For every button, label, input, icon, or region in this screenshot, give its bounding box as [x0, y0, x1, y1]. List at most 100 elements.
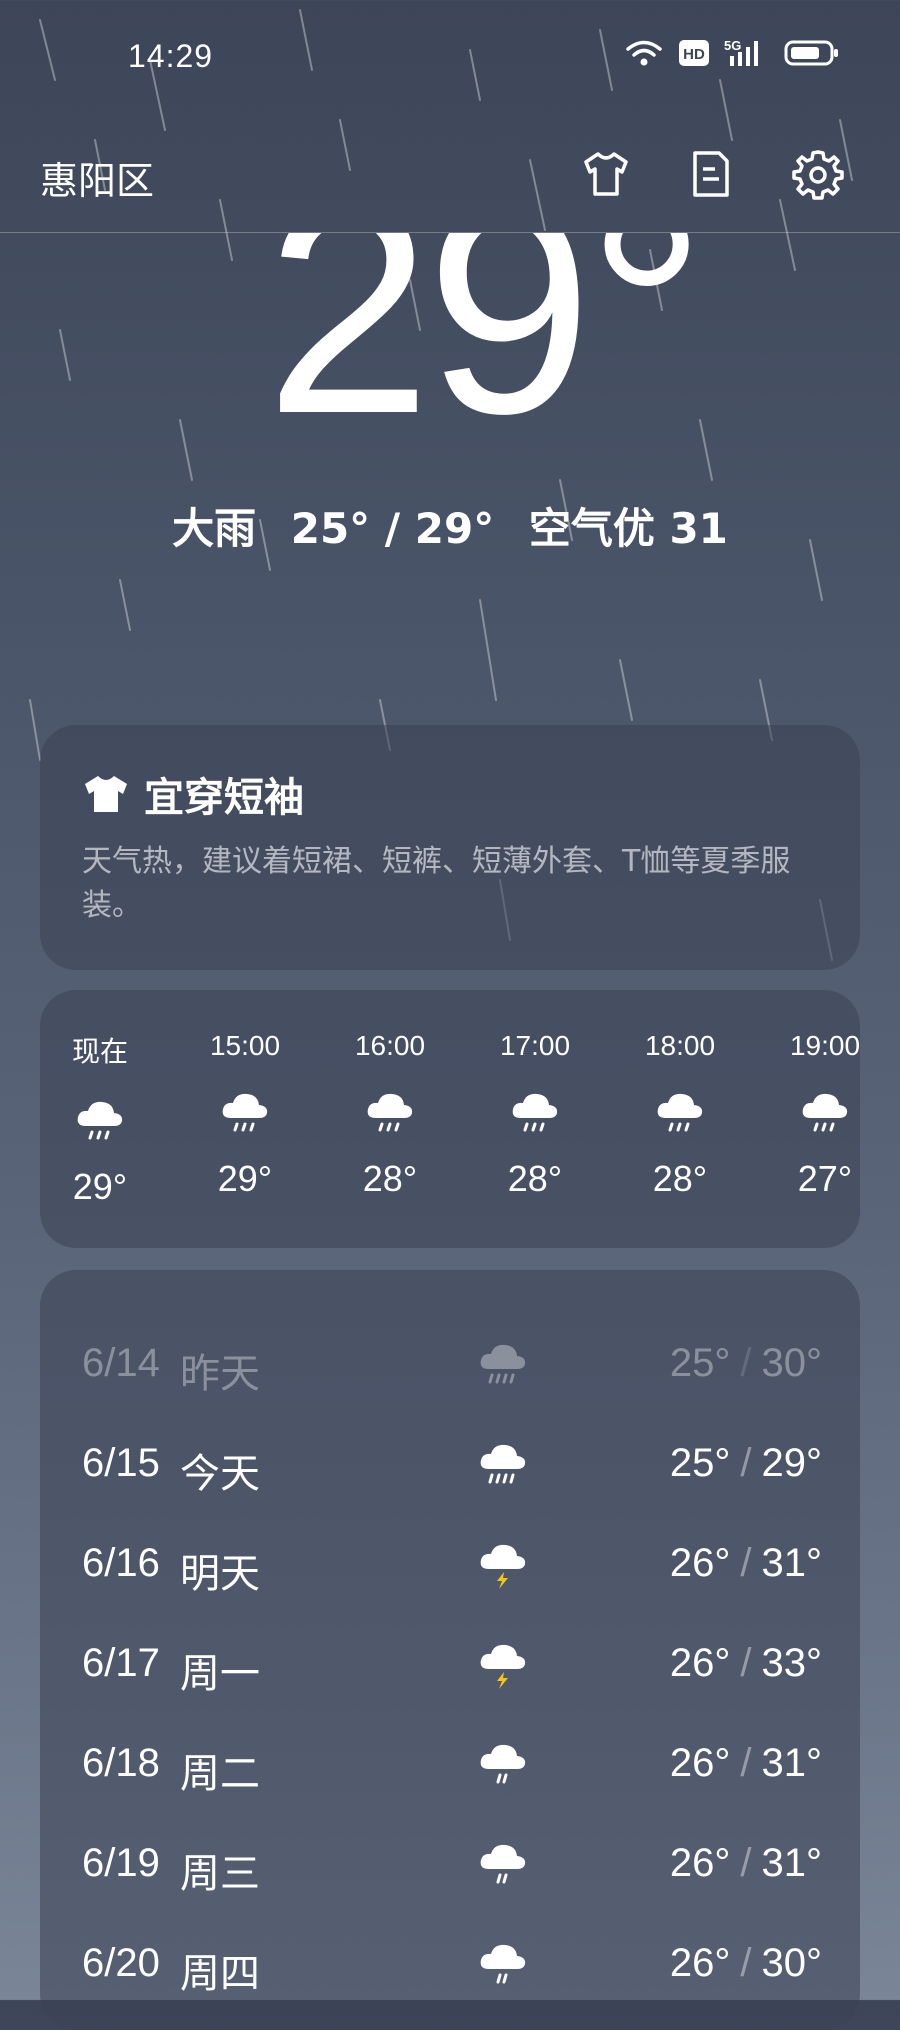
- tshirt-icon: [584, 152, 628, 196]
- location-title[interactable]: 惠阳区: [40, 150, 154, 205]
- day-temps: 26°/31°: [669, 1841, 822, 1885]
- daily-forecast[interactable]: 6/14 昨天 25°/30° 6/15 今天 25°/29° 6/16 明天 …: [40, 1270, 860, 2030]
- day-row[interactable]: 6/17 周一 26°/33°: [82, 1635, 823, 1697]
- heavy-rain-icon: [480, 1344, 526, 1384]
- hour-temp: 28°: [362, 1158, 418, 1199]
- tshirt-icon: [85, 776, 127, 812]
- rain-cloud-icon: [367, 1093, 413, 1132]
- rain-cloud-icon: [77, 1101, 123, 1140]
- hourly-forecast[interactable]: 现在 29° 15:00 29° 16:00 28° 17:00 28° 18:…: [40, 990, 860, 1248]
- day-high: 31°: [761, 1741, 823, 1785]
- day-row[interactable]: 6/19 周三 26°/31°: [82, 1835, 822, 1897]
- day-row[interactable]: 6/14 昨天 25°/30°: [82, 1335, 823, 1397]
- day-date: 6/18: [82, 1741, 160, 1785]
- air-quality[interactable]: 空气优 31: [529, 504, 728, 553]
- day-temps: 26°/33°: [669, 1641, 823, 1685]
- day-row[interactable]: 6/16 明天 26°/31°: [82, 1535, 823, 1597]
- hour-item: 17:00 28°: [475, 1030, 595, 1200]
- svg-text:5G: 5G: [724, 38, 741, 53]
- day-low: 26°: [669, 1541, 731, 1585]
- clothing-description: 天气热，建议着短裙、短裤、短薄外套、T恤等夏季服装。: [82, 844, 791, 923]
- day-high: 30°: [761, 1941, 823, 1985]
- signal-5g-icon: 5G: [724, 38, 758, 66]
- rain-cloud-icon: [222, 1093, 268, 1132]
- hour-item: 现在 29°: [40, 1030, 160, 1208]
- day-name: 今天: [180, 1451, 260, 1497]
- rain-cloud-icon: [802, 1093, 848, 1132]
- hour-time: 18:00: [644, 1030, 716, 1061]
- day-temps: 26°/31°: [669, 1741, 823, 1785]
- day-name: 周二: [180, 1751, 260, 1797]
- day-name: 明天: [180, 1551, 260, 1597]
- day-date: 6/16: [82, 1541, 160, 1585]
- hour-item: 18:00 28°: [620, 1030, 740, 1200]
- day-low: 26°: [669, 1841, 731, 1885]
- day-temps: 26°/30°: [669, 1941, 823, 1985]
- status-bar: 14:29 HD 5G: [0, 0, 900, 110]
- day-high: 30°: [761, 1341, 823, 1385]
- hour-time: 17:00: [499, 1030, 571, 1061]
- day-high: 33°: [761, 1641, 823, 1685]
- day-temps: 25°/29°: [669, 1441, 823, 1485]
- clothing-button[interactable]: [578, 146, 634, 202]
- current-temperature: 29°: [265, 233, 707, 463]
- gear-icon: [792, 150, 844, 200]
- hour-temp: 27°: [797, 1158, 853, 1199]
- day-date: 6/15: [82, 1441, 160, 1485]
- day-date: 6/17: [82, 1641, 160, 1685]
- day-temps: 25°/30°: [669, 1341, 823, 1385]
- hour-item: 16:00 28°: [330, 1030, 450, 1200]
- current-range: 25° / 29°: [290, 504, 495, 553]
- day-low: 25°: [669, 1441, 731, 1485]
- day-row[interactable]: 6/18 周二 26°/31°: [82, 1735, 823, 1797]
- hour-time: 19:00: [789, 1030, 860, 1061]
- status-icons: HD 5G: [624, 38, 840, 68]
- day-date: 6/14: [82, 1341, 160, 1385]
- clothing-title-row: 宜穿短袖: [82, 765, 304, 823]
- hour-time: 15:00: [209, 1030, 281, 1061]
- hour-temp: 29°: [217, 1158, 273, 1199]
- day-low: 25°: [669, 1341, 731, 1385]
- document-icon: [693, 151, 729, 197]
- rain-cloud-icon: [480, 1844, 526, 1884]
- thunderstorm-icon: [480, 1544, 526, 1589]
- wifi-icon: [626, 40, 662, 66]
- rain-cloud-icon: [480, 1744, 526, 1784]
- rain-cloud-icon: [657, 1093, 703, 1132]
- status-time: 14:29: [128, 38, 214, 74]
- svg-text:HD: HD: [683, 46, 705, 63]
- day-low: 26°: [669, 1741, 731, 1785]
- hour-item: 19:00 27°: [765, 1030, 860, 1200]
- rain-cloud-icon: [512, 1093, 558, 1132]
- day-name: 昨天: [180, 1351, 260, 1397]
- hd-icon: HD: [679, 40, 709, 66]
- day-date: 6/20: [82, 1941, 160, 1985]
- day-row[interactable]: 6/15 今天 25°/29°: [82, 1435, 823, 1497]
- header: 惠阳区: [0, 110, 900, 233]
- hour-item: 15:00 29°: [185, 1030, 305, 1200]
- clothing-title: 宜穿短袖: [144, 775, 304, 821]
- day-temps: 26°/31°: [669, 1541, 823, 1585]
- news-button[interactable]: [683, 146, 739, 202]
- clothing-card[interactable]: 宜穿短袖 天气热，建议着短裙、短裤、短薄外套、T恤等夏季服装。: [40, 725, 860, 970]
- settings-button[interactable]: [790, 146, 846, 202]
- hour-temp: 29°: [72, 1166, 128, 1207]
- day-high: 31°: [761, 1541, 823, 1585]
- hour-temp: 28°: [507, 1158, 563, 1199]
- rain-cloud-icon: [480, 1944, 526, 1984]
- current-temp-clip: 29°: [0, 233, 900, 463]
- heavy-rain-icon: [480, 1444, 526, 1484]
- hour-temp: 28°: [652, 1158, 708, 1199]
- hour-time: 现在: [71, 1036, 128, 1067]
- current-condition: 大雨: [172, 504, 257, 553]
- day-high: 29°: [761, 1441, 823, 1485]
- day-low: 26°: [669, 1941, 731, 1985]
- day-name: 周三: [180, 1851, 260, 1897]
- day-row[interactable]: 6/20 周四 26°/30°: [82, 1935, 823, 1997]
- day-name: 周四: [180, 1951, 260, 1997]
- day-low: 26°: [669, 1641, 731, 1685]
- day-date: 6/19: [82, 1841, 160, 1885]
- current-summary: 大雨 25° / 29° 空气优 31: [0, 495, 900, 556]
- day-name: 周一: [180, 1651, 260, 1697]
- hour-time: 16:00: [354, 1030, 426, 1061]
